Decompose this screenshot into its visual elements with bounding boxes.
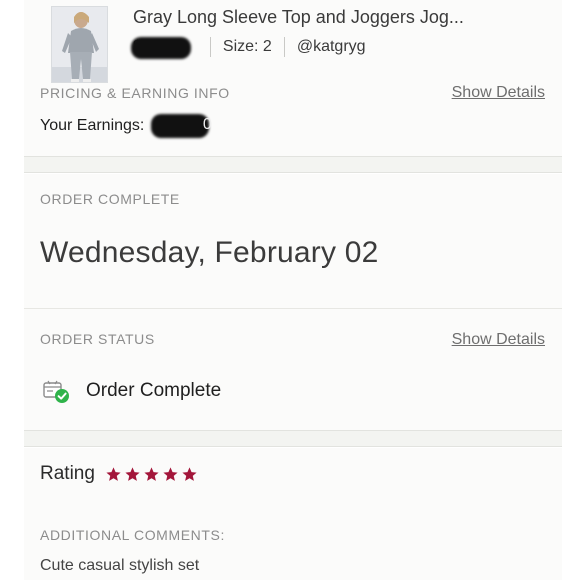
item-title[interactable]: Gray Long Sleeve Top and Joggers Jog... <box>133 7 464 28</box>
item-meta-row: $ Size: 2 @katgryg <box>131 36 366 59</box>
item-thumbnail[interactable] <box>51 6 108 83</box>
item-price: $ <box>131 37 191 59</box>
earnings-label: Your Earnings: <box>40 117 145 135</box>
section-divider <box>24 308 562 309</box>
additional-comments-label: ADDITIONAL COMMENTS: <box>40 527 225 543</box>
additional-comments-text: Cute casual stylish set <box>40 557 200 574</box>
order-details-page: Gray Long Sleeve Top and Joggers Jog... … <box>0 0 580 580</box>
pricing-show-details-link[interactable]: Show Details <box>452 84 545 102</box>
section-gap <box>24 156 562 173</box>
order-status-text: Order Complete <box>86 380 222 401</box>
pricing-section-label: PRICING & EARNING INFO <box>40 85 230 101</box>
your-earnings: Your Earnings: 0 <box>40 114 215 138</box>
star-icon <box>182 466 197 481</box>
order-status-row: Order Complete <box>42 378 221 404</box>
order-complete-icon <box>42 378 70 404</box>
rating-stars <box>105 466 200 483</box>
item-size: Size: 2 <box>222 38 272 55</box>
star-icon <box>125 466 140 481</box>
seller-username[interactable]: @katgryg <box>297 38 366 56</box>
order-status-show-details-link[interactable]: Show Details <box>452 331 545 349</box>
order-status-label: ORDER STATUS <box>40 331 155 347</box>
price-redaction <box>131 37 191 59</box>
meta-separator <box>209 37 211 57</box>
model-photo-icon <box>52 7 107 82</box>
order-complete-label: ORDER COMPLETE <box>40 191 180 207</box>
earnings-redaction <box>150 114 209 138</box>
rating-row: Rating <box>40 463 200 485</box>
meta-separator <box>283 37 285 57</box>
order-complete-date: Wednesday, February 02 <box>40 236 379 269</box>
star-icon <box>106 466 121 481</box>
star-icon <box>163 466 178 481</box>
earnings-value-tail: 0 <box>202 116 212 133</box>
star-icon <box>144 466 159 481</box>
section-gap <box>24 430 562 447</box>
rating-label: Rating <box>40 463 95 484</box>
